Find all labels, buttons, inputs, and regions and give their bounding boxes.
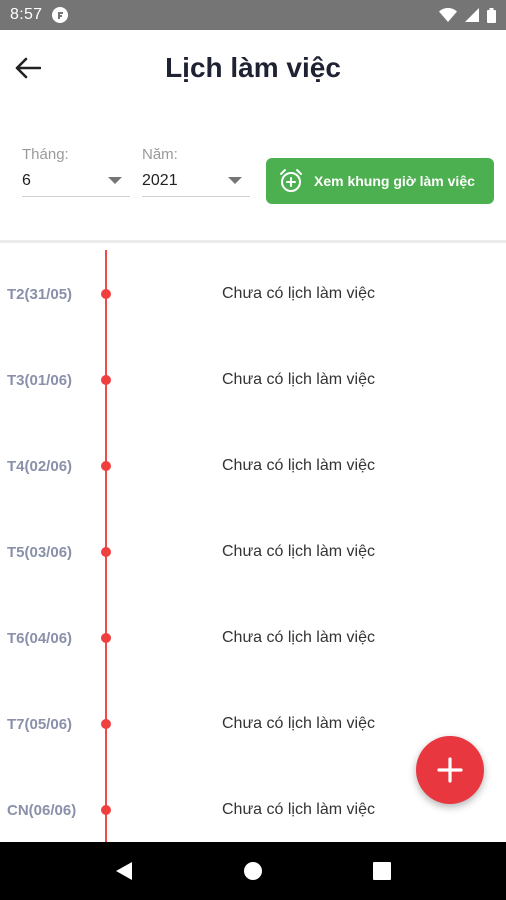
dropdown-caret-icon xyxy=(228,177,242,184)
year-label: Năm: xyxy=(142,146,178,163)
year-value: 2021 xyxy=(142,171,178,189)
timeline-dot xyxy=(101,461,111,471)
battery-icon xyxy=(487,7,496,23)
month-select[interactable]: Tháng: 6 xyxy=(22,146,130,197)
view-working-hours-label: Xem khung giờ làm việc xyxy=(314,173,475,189)
month-label: Tháng: xyxy=(22,146,69,163)
schedule-row[interactable]: T7(05/06) Chưa có lịch làm việc xyxy=(0,709,506,739)
system-nav-bar xyxy=(0,842,506,900)
status-time: 8:57 xyxy=(10,6,43,23)
back-button[interactable] xyxy=(12,52,44,84)
timeline-dot xyxy=(101,805,111,815)
alarm-icon xyxy=(280,169,302,192)
nav-back-icon[interactable] xyxy=(115,861,133,881)
timeline-dot xyxy=(101,289,111,299)
nav-recents-icon[interactable] xyxy=(373,862,391,880)
app-header: Lịch làm việc xyxy=(0,30,506,106)
schedule-date: T7(05/06) xyxy=(7,715,73,733)
timeline-dot xyxy=(101,547,111,557)
year-dropdown[interactable]: 2021 xyxy=(142,171,250,197)
back-arrow-icon xyxy=(15,57,41,79)
schedule-status: Chưa có lịch làm việc xyxy=(222,801,375,818)
plus-icon xyxy=(437,757,463,783)
timeline-dot xyxy=(101,375,111,385)
nav-home-icon[interactable] xyxy=(243,861,263,881)
schedule-status: Chưa có lịch làm việc xyxy=(222,371,375,388)
schedule-date: T6(04/06) xyxy=(7,629,73,647)
month-value: 6 xyxy=(22,171,31,189)
divider xyxy=(0,240,506,243)
add-schedule-button[interactable] xyxy=(416,736,484,804)
schedule-date: T4(02/06) xyxy=(7,457,73,475)
signal-icon xyxy=(465,8,479,22)
dropdown-caret-icon xyxy=(108,177,122,184)
schedule-status: Chưa có lịch làm việc xyxy=(222,285,375,302)
timeline-dot xyxy=(101,719,111,729)
status-icons xyxy=(439,7,496,23)
timeline-dot xyxy=(101,633,111,643)
schedule-row[interactable]: T3(01/06) Chưa có lịch làm việc xyxy=(0,365,506,395)
schedule-status: Chưa có lịch làm việc xyxy=(222,543,375,560)
schedule-status: Chưa có lịch làm việc xyxy=(222,457,375,474)
schedule-row[interactable]: T5(03/06) Chưa có lịch làm việc xyxy=(0,537,506,567)
schedule-row[interactable]: T6(04/06) Chưa có lịch làm việc xyxy=(0,623,506,653)
wifi-icon xyxy=(439,8,457,22)
view-working-hours-button[interactable]: Xem khung giờ làm việc xyxy=(266,158,494,204)
month-dropdown[interactable]: 6 xyxy=(22,171,130,197)
schedule-row[interactable]: CN(06/06) Chưa có lịch làm việc xyxy=(0,795,506,825)
schedule-date: T3(01/06) xyxy=(7,371,73,389)
page-title: Lịch làm việc xyxy=(165,52,341,83)
schedule-date: T2(31/05) xyxy=(7,285,73,303)
schedule-status: Chưa có lịch làm việc xyxy=(222,715,375,732)
schedule-date: T5(03/06) xyxy=(7,543,73,561)
filter-bar: Tháng: 6 Năm: 2021 Xem khung giờ làm việ… xyxy=(0,146,506,210)
status-bar: 8:57 xyxy=(0,0,506,30)
schedule-status: Chưa có lịch làm việc xyxy=(222,629,375,646)
schedule-row[interactable]: T4(02/06) Chưa có lịch làm việc xyxy=(0,451,506,481)
schedule-row[interactable]: T2(31/05) Chưa có lịch làm việc xyxy=(0,279,506,309)
schedule-date: CN(06/06) xyxy=(7,801,77,819)
notification-app-icon xyxy=(52,7,69,23)
year-select[interactable]: Năm: 2021 xyxy=(142,146,250,197)
